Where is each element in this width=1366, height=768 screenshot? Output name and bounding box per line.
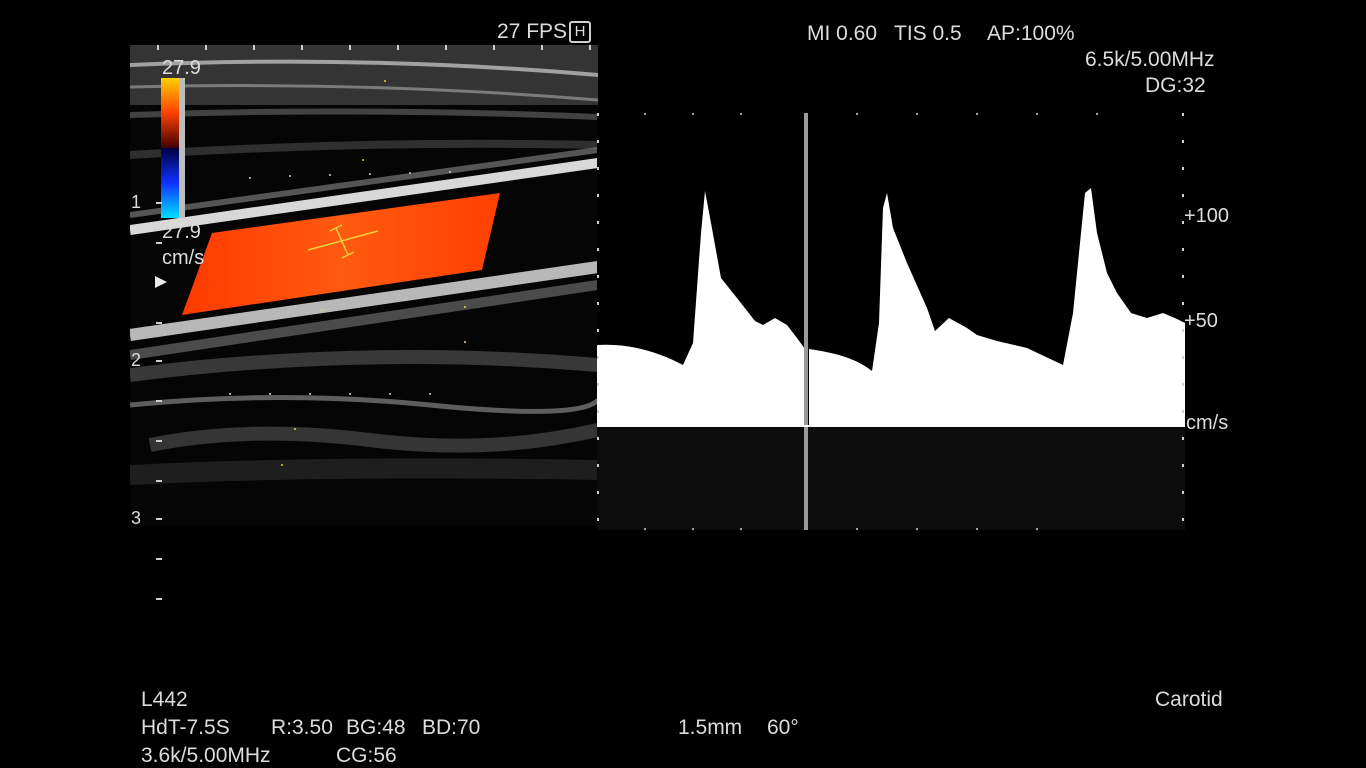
- probe-name: L442: [141, 688, 188, 711]
- doppler-spectrum[interactable]: [597, 113, 1185, 530]
- h-badge-icon: H: [569, 21, 592, 43]
- depth-marker-2: 2: [131, 350, 142, 370]
- gate-size-readout: 1.5mm: [678, 716, 743, 739]
- cf-frequency-readout: 3.6k/5.00MHz: [141, 744, 271, 767]
- color-scale-unit: cm/s: [162, 247, 205, 269]
- fps-text: 27 FPS: [497, 20, 568, 43]
- b-mode-image[interactable]: [130, 45, 598, 525]
- velocity-label-100: +100: [1184, 205, 1230, 227]
- exam-type: Carotid: [1155, 688, 1223, 711]
- depth-tick: [156, 480, 162, 482]
- ap-readout: AP:100%: [987, 22, 1075, 45]
- depth-tick: [156, 440, 162, 442]
- doppler-gain-readout: DG:32: [1145, 74, 1206, 97]
- angle-readout: 60°: [767, 716, 799, 739]
- depth-tick: [156, 400, 162, 402]
- depth-tick: [156, 242, 162, 244]
- depth-tick: [156, 598, 162, 600]
- mi-readout: MI 0.60: [807, 22, 878, 45]
- pw-frequency-readout: 6.5k/5.00MHz: [1085, 48, 1215, 71]
- color-scale-top: 27.9: [162, 57, 201, 79]
- tis-readout: TIS 0.5: [894, 22, 962, 45]
- bd-readout: BD:70: [422, 716, 481, 739]
- sweep-line: [804, 113, 808, 530]
- depth-tick: [156, 202, 162, 204]
- depth-tick: [156, 558, 162, 560]
- velocity-label-50: +50: [1184, 310, 1218, 332]
- depth-tick: [156, 360, 162, 362]
- color-scale-bottom: 27.9: [162, 221, 201, 243]
- depth-tick: [156, 322, 162, 324]
- preset-readout: HdT-7.5S: [141, 716, 230, 739]
- cg-readout: CG:56: [336, 744, 397, 767]
- depth-marker-1: 1: [131, 192, 142, 212]
- depth-tick: [156, 518, 162, 520]
- r-readout: R:3.50: [271, 716, 333, 739]
- depth-marker-3: 3: [131, 508, 142, 528]
- focus-marker-icon: [155, 276, 167, 288]
- fps-indicator: 27 FPS H: [497, 20, 592, 44]
- velocity-unit: cm/s: [1186, 412, 1229, 434]
- bg-readout: BG:48: [346, 716, 406, 739]
- color-velocity-bar: [161, 78, 185, 218]
